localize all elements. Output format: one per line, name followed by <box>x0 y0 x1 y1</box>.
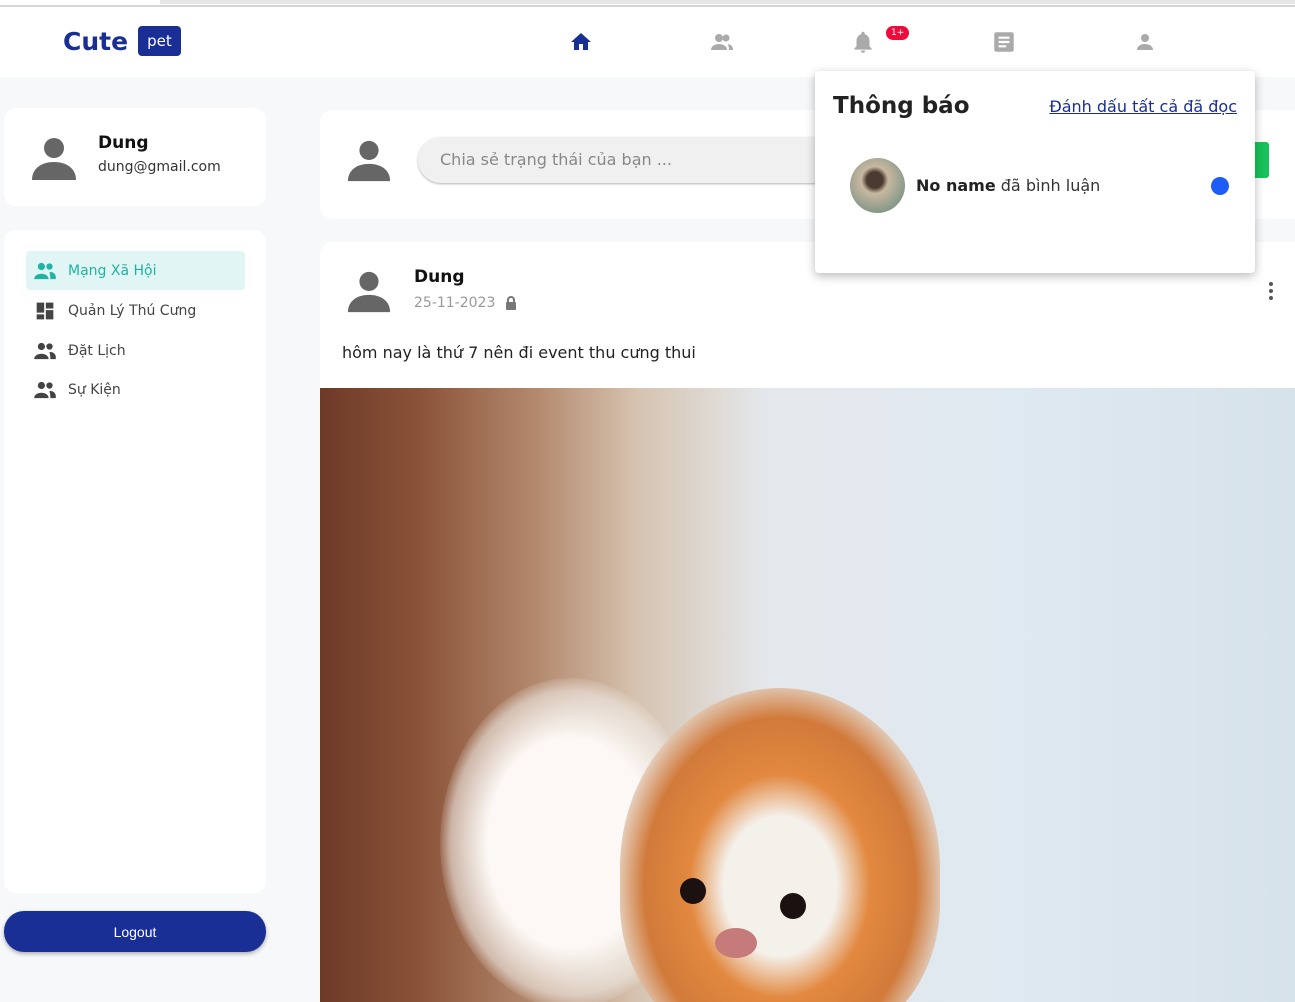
user-icon[interactable] <box>1130 27 1160 57</box>
post-card: Dung 25-11-2023 hôm nay là thứ 7 nên đi … <box>320 242 1295 1002</box>
post-image[interactable] <box>320 388 1295 1002</box>
post-meta: 25-11-2023 <box>414 295 517 311</box>
status-input[interactable]: Chia sẻ trạng thái của bạn ... <box>418 137 858 183</box>
notification-avatar <box>850 158 905 213</box>
home-icon[interactable] <box>566 27 596 57</box>
notification-action: đã bình luận <box>1000 176 1101 195</box>
news-icon[interactable] <box>989 27 1019 57</box>
dashboard-icon <box>36 302 54 319</box>
sidebar-item-booking[interactable]: Đặt Lịch <box>26 331 245 370</box>
top-navbar: Cute pet 1+ <box>0 7 1295 77</box>
mark-all-read-link[interactable]: Đánh dấu tất cả đã đọc <box>1049 97 1237 116</box>
profile-name: Dung <box>98 133 149 153</box>
group-icon <box>34 262 56 279</box>
post-text: hôm nay là thứ 7 nên đi event thu cưng t… <box>342 343 696 362</box>
sidebar-item-pet-management[interactable]: Quản Lý Thú Cưng <box>26 291 245 330</box>
avatar-icon <box>347 140 391 182</box>
post-author[interactable]: Dung <box>414 267 465 287</box>
group-icon <box>34 342 56 359</box>
friends-icon[interactable] <box>707 27 737 57</box>
unread-dot-icon <box>1211 177 1229 195</box>
lock-icon <box>506 296 517 310</box>
notification-item[interactable]: No name đã bình luận <box>850 158 1235 213</box>
avatar-icon <box>347 271 391 313</box>
group-icon <box>34 381 56 398</box>
profile-card[interactable]: Dung dung@gmail.com <box>4 108 266 206</box>
post-date: 25-11-2023 <box>414 295 496 311</box>
bell-icon[interactable] <box>848 27 878 57</box>
sidebar-menu: Mạng Xã Hội Quản Lý Thú Cưng Đặt Lịch Sự… <box>4 230 266 893</box>
notification-dropdown: Thông báo Đánh dấu tất cả đã đọc No name… <box>815 71 1255 273</box>
notification-user: No name <box>916 176 996 195</box>
profile-email: dung@gmail.com <box>98 159 221 175</box>
logo[interactable]: Cute pet <box>63 26 181 56</box>
notification-badge: 1+ <box>886 26 910 40</box>
notification-title: Thông báo <box>833 93 970 119</box>
browser-top-strip <box>0 0 1295 7</box>
more-options-icon[interactable] <box>1269 282 1273 300</box>
sidebar-item-social[interactable]: Mạng Xã Hội <box>26 251 245 290</box>
sidebar-item-events[interactable]: Sự Kiện <box>26 370 245 409</box>
avatar-icon <box>32 138 76 180</box>
logout-button[interactable]: Logout <box>4 911 266 952</box>
